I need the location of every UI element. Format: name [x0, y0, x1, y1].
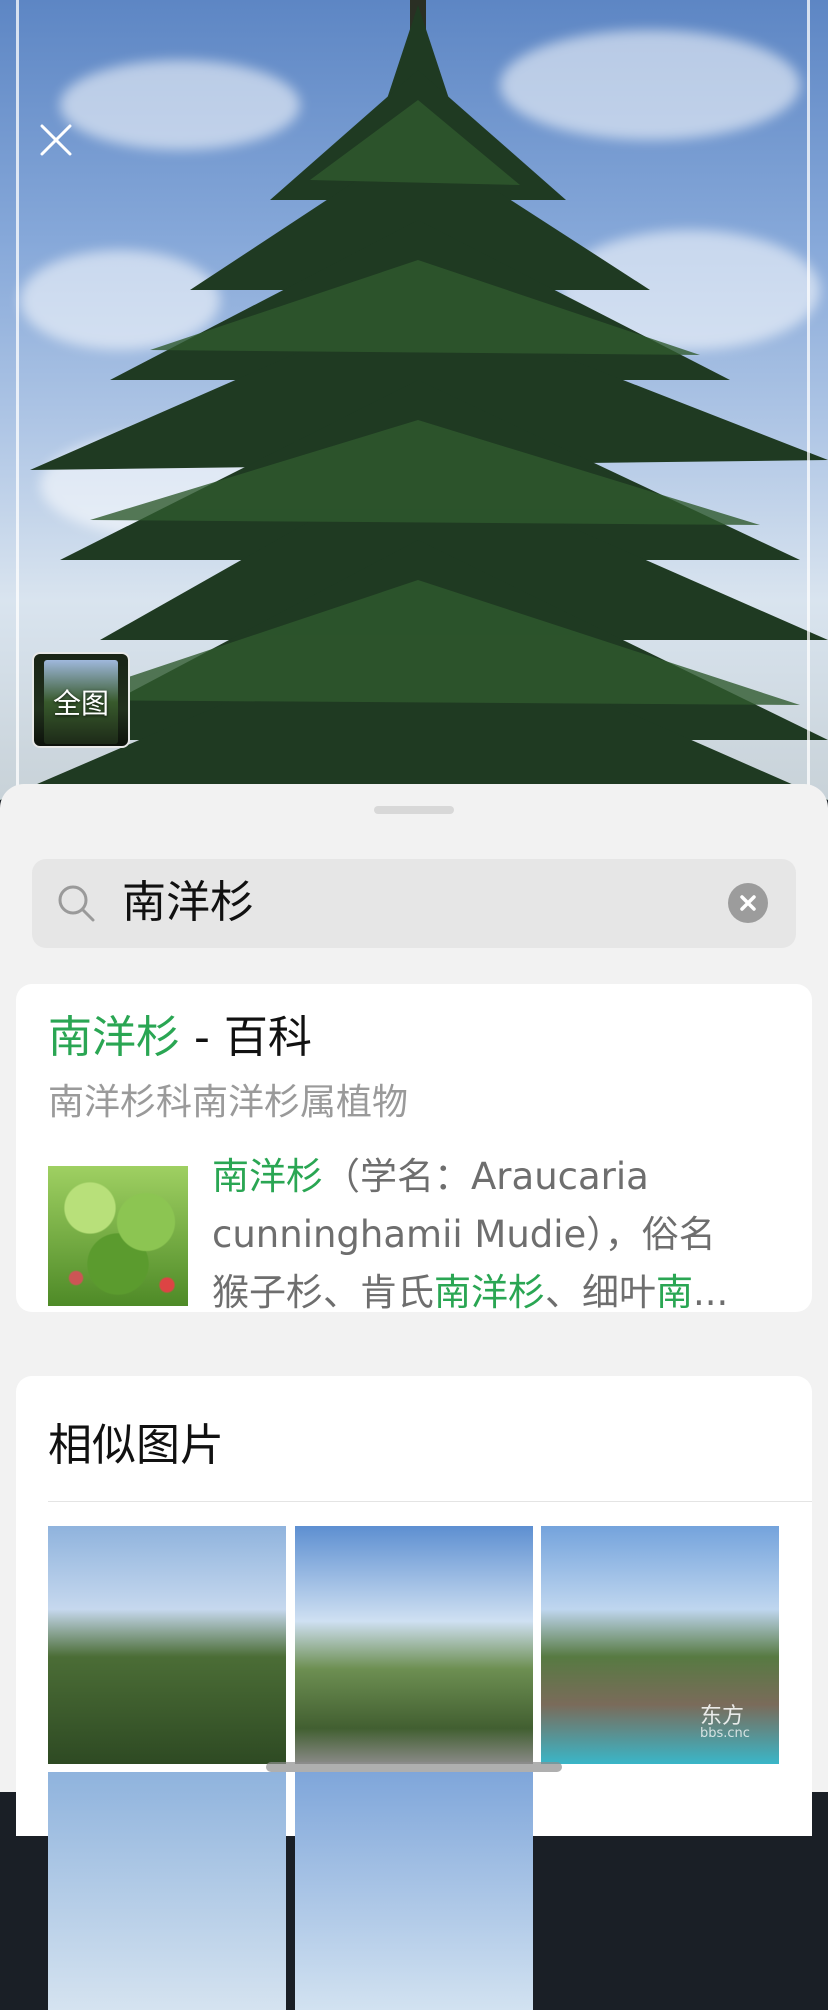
full-image-thumbnail[interactable]: 全图	[32, 652, 130, 748]
desc-highlight: 南洋杉	[212, 1155, 323, 1198]
desc-highlight: 南	[656, 1271, 693, 1314]
close-icon[interactable]	[36, 120, 76, 160]
thumbnail-label: 全图	[52, 687, 109, 720]
similar-image[interactable]	[48, 1772, 286, 2010]
similar-image[interactable]	[48, 1526, 286, 1764]
desc-text: 、细叶	[545, 1271, 656, 1314]
encyclopedia-image	[48, 1166, 188, 1306]
similar-image[interactable]	[295, 1526, 533, 1764]
watermark-url: bbs.cnc	[700, 1726, 750, 1741]
clear-icon[interactable]	[728, 883, 768, 923]
encyclopedia-subtitle: 南洋杉科南洋杉属植物	[48, 1082, 409, 1123]
drag-handle[interactable]	[374, 806, 454, 814]
title-suffix: - 百科	[180, 1012, 312, 1063]
results-sheet: 南洋杉 南洋杉 - 百科 南洋杉科南洋杉属植物 南洋杉（学名：Araucaria…	[0, 784, 828, 2010]
search-icon	[56, 883, 96, 923]
divider	[48, 1501, 812, 1502]
similar-images-title: 相似图片	[48, 1420, 224, 1471]
desc-highlight: 南洋杉	[434, 1271, 545, 1314]
similar-image[interactable]	[295, 1772, 533, 2010]
encyclopedia-description: 南洋杉（学名：Araucaria cunninghamii Mudie），俗名 …	[212, 1148, 788, 1322]
encyclopedia-card[interactable]: 南洋杉 - 百科 南洋杉科南洋杉属植物 南洋杉（学名：Araucaria cun…	[16, 984, 812, 1314]
title-term: 南洋杉	[48, 1012, 180, 1063]
search-input[interactable]: 南洋杉	[122, 875, 254, 931]
main-photo[interactable]: 全图	[0, 0, 828, 800]
encyclopedia-title[interactable]: 南洋杉 - 百科	[48, 1010, 312, 1066]
home-indicator[interactable]	[266, 1762, 562, 1772]
desc-text: 猴子杉、肯氏	[212, 1271, 434, 1314]
photo-frame	[16, 0, 810, 800]
search-bar[interactable]: 南洋杉	[32, 859, 796, 948]
desc-text: cunninghamii Mudie），俗名	[212, 1213, 716, 1256]
desc-ellipsis: ...	[693, 1271, 729, 1314]
desc-text: （学名：Araucaria	[323, 1155, 649, 1198]
